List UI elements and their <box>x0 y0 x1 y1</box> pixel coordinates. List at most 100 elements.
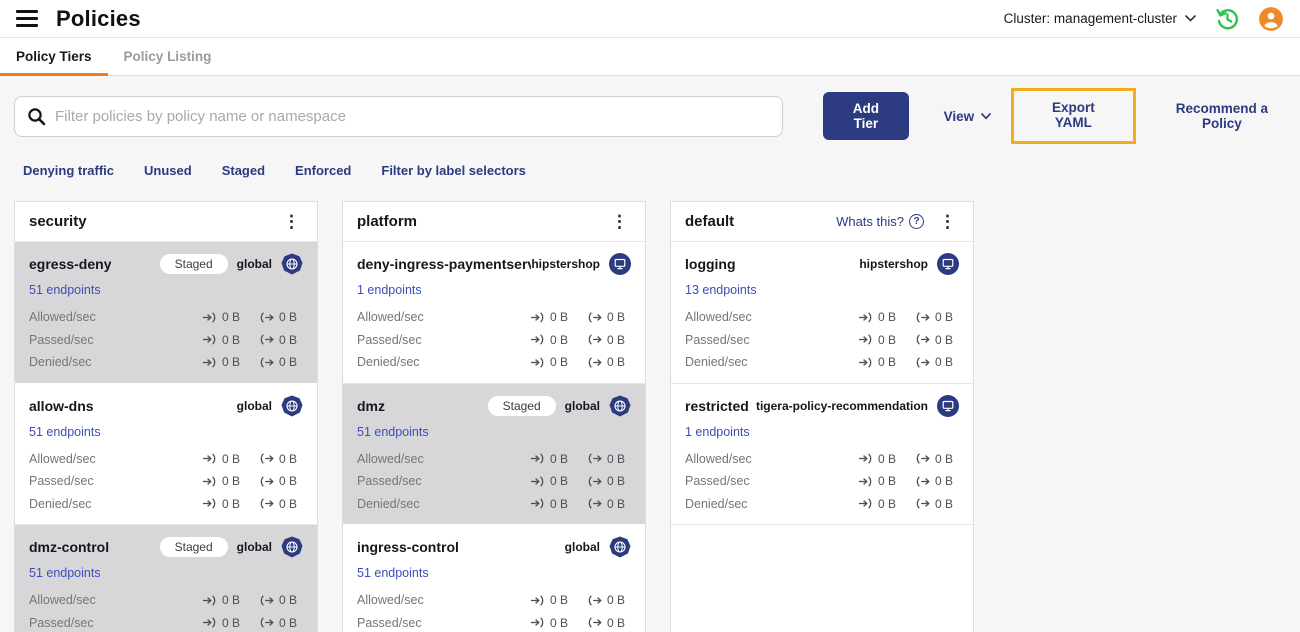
policy-badges: global <box>565 536 631 558</box>
stat-inbound-value: 0 B <box>222 615 241 630</box>
tier-header: platform ⋮ <box>343 202 645 242</box>
stat-outbound: 0 B <box>915 474 959 488</box>
cluster-selector[interactable]: Cluster: management-cluster <box>1004 11 1196 26</box>
filter-enforced[interactable]: Enforced <box>295 163 351 178</box>
policy-card[interactable]: allow-dns global 51 endpoints Allowed/sec 0 … <box>15 383 317 525</box>
policy-name: restricted <box>685 397 749 414</box>
stat-values: 0 B 0 B <box>202 310 303 324</box>
stat-inbound: 0 B <box>858 474 902 488</box>
policy-scope-label: hipstershop <box>859 257 928 271</box>
recommend-policy-button[interactable]: Recommend a Policy <box>1158 101 1286 131</box>
filter-staged[interactable]: Staged <box>222 163 265 178</box>
view-dropdown-button[interactable]: View <box>944 109 992 124</box>
inbound-arrow-icon <box>530 617 545 628</box>
policy-card[interactable]: deny-ingress-paymentservi…hipstershop 1 e… <box>343 242 645 384</box>
stat-values: 0 B 0 B <box>202 593 303 607</box>
policy-card[interactable]: logging hipstershop 13 endpoints Allowed/se… <box>671 242 973 384</box>
stat-row: Allowed/sec 0 B 0 B <box>357 306 631 329</box>
endpoints-link[interactable]: 51 endpoints <box>357 566 429 580</box>
tier-kebab-menu-icon[interactable]: ⋮ <box>608 213 631 230</box>
menu-icon[interactable] <box>16 10 38 27</box>
whats-this-link[interactable]: Whats this?? <box>836 214 924 229</box>
policy-card[interactable]: ingress-control global 51 endpoints Allowed… <box>343 525 645 632</box>
stat-label: Denied/sec <box>685 496 748 511</box>
endpoints-link[interactable]: 51 endpoints <box>29 425 101 439</box>
stat-values: 0 B 0 B <box>858 497 959 511</box>
endpoints-link[interactable]: 13 endpoints <box>685 283 757 297</box>
filter-unused[interactable]: Unused <box>144 163 192 178</box>
stat-values: 0 B 0 B <box>202 616 303 630</box>
stat-outbound-value: 0 B <box>607 474 626 489</box>
export-yaml-button[interactable]: Export YAML <box>1034 100 1113 130</box>
tab-policy-tiers[interactable]: Policy Tiers <box>0 38 108 76</box>
policy-card[interactable]: egress-deny Staged global 51 endpoints Allow… <box>15 242 317 384</box>
policy-card[interactable]: dmz Staged global 51 endpoints Allowed/sec 0 … <box>343 383 645 525</box>
stat-row: Allowed/sec 0 B 0 B <box>685 306 959 329</box>
namespace-icon <box>937 394 959 417</box>
toolbar-row: Add Tier View Export YAML Recommend a Po… <box>14 88 1286 144</box>
filter-by-label-selectors[interactable]: Filter by label selectors <box>381 163 526 178</box>
endpoints-link[interactable]: 51 endpoints <box>357 425 429 439</box>
stat-values: 0 B 0 B <box>202 355 303 369</box>
stat-row: Allowed/sec 0 B 0 B <box>29 306 303 329</box>
outbound-arrow-icon <box>259 498 274 509</box>
stat-inbound-value: 0 B <box>878 355 897 370</box>
stat-outbound-value: 0 B <box>607 451 626 466</box>
tab-policy-listing[interactable]: Policy Listing <box>108 38 228 75</box>
policy-name: allow-dns <box>29 397 94 414</box>
policy-search-input[interactable] <box>55 107 771 125</box>
stat-inbound-value: 0 B <box>550 332 569 347</box>
stat-outbound: 0 B <box>587 616 631 630</box>
outbound-arrow-icon <box>259 453 274 464</box>
tier-kebab-menu-icon[interactable]: ⋮ <box>936 213 959 230</box>
stat-inbound-value: 0 B <box>550 310 569 325</box>
policy-name: egress-deny <box>29 256 112 272</box>
stat-row: Denied/sec 0 B 0 B <box>29 493 303 516</box>
outbound-arrow-icon <box>915 498 930 509</box>
stat-inbound: 0 B <box>202 355 246 369</box>
stat-label: Passed/sec <box>357 332 422 347</box>
staged-badge: Staged <box>159 254 228 274</box>
policy-search-box[interactable] <box>14 95 784 137</box>
filter-denying-traffic[interactable]: Denying traffic <box>23 163 114 178</box>
policy-title-row: egress-deny Staged global <box>29 253 303 275</box>
policy-scope-label: tigera-policy-recommendation <box>755 398 928 413</box>
stat-row: Denied/sec 0 B 0 B <box>29 351 303 374</box>
endpoints-link[interactable]: 1 endpoints <box>357 283 422 297</box>
tier-name: platform <box>357 213 417 230</box>
stat-outbound: 0 B <box>259 616 303 630</box>
user-avatar-icon[interactable] <box>1258 6 1284 32</box>
tier-kebab-menu-icon[interactable]: ⋮ <box>280 213 303 230</box>
policy-badges: tigera-policy-recommendation <box>755 394 959 417</box>
outbound-arrow-icon <box>259 617 274 628</box>
stat-inbound-value: 0 B <box>550 615 569 630</box>
endpoints-link[interactable]: 51 endpoints <box>29 566 101 580</box>
policy-scope-label: global <box>236 540 272 554</box>
stat-inbound: 0 B <box>530 355 574 369</box>
endpoints-link[interactable]: 51 endpoints <box>29 283 101 297</box>
stat-outbound-value: 0 B <box>935 474 954 489</box>
inbound-arrow-icon <box>202 617 217 628</box>
stat-label: Denied/sec <box>357 496 420 511</box>
stat-label: Denied/sec <box>685 355 748 370</box>
policy-card[interactable]: restricted tigera-policy-recommendation 1 … <box>671 383 973 525</box>
help-question-icon: ? <box>909 214 924 229</box>
stat-row: Denied/sec 0 B 0 B <box>685 493 959 516</box>
stat-inbound: 0 B <box>530 333 574 347</box>
quick-filters: Denying traffic Unused Staged Enforced F… <box>23 163 1286 178</box>
outbound-arrow-icon <box>587 334 602 345</box>
stat-values: 0 B 0 B <box>202 333 303 347</box>
stat-outbound-value: 0 B <box>935 310 954 325</box>
history-restore-icon[interactable] <box>1214 6 1240 32</box>
policy-card[interactable]: dmz-control Staged global 51 endpoints Allow… <box>15 525 317 632</box>
policies-content: Add Tier View Export YAML Recommend a Po… <box>0 76 1300 632</box>
endpoints-link[interactable]: 1 endpoints <box>685 425 750 439</box>
policy-stats: Allowed/sec0 B0 BPassed/sec0 B0 BDenied/… <box>357 306 631 374</box>
stat-values: 0 B 0 B <box>530 452 631 466</box>
add-tier-button[interactable]: Add Tier <box>823 92 909 140</box>
inbound-arrow-icon <box>858 357 873 368</box>
outbound-arrow-icon <box>259 357 274 368</box>
stat-row: Denied/sec 0 B 0 B <box>357 493 631 516</box>
policy-stats: Allowed/sec0 B0 BPassed/sec0 B0 BDenied/… <box>685 448 959 516</box>
stat-outbound-value: 0 B <box>935 451 954 466</box>
